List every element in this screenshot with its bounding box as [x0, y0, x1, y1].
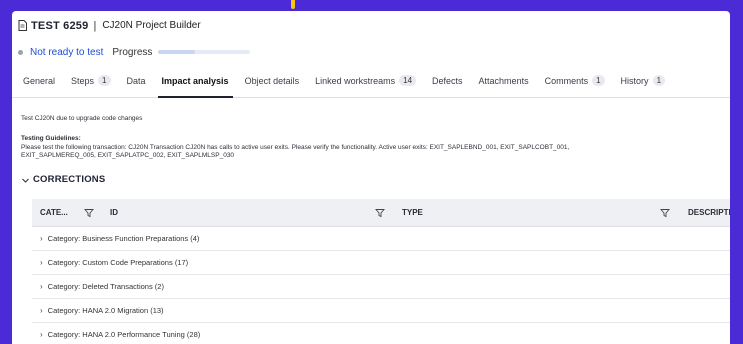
tab-label: Steps	[71, 75, 95, 86]
chevron-right-icon: ›	[40, 258, 43, 267]
tab-general[interactable]: General	[15, 64, 63, 97]
tab-label: Defects	[432, 75, 463, 86]
test-id: TEST 6259	[31, 19, 89, 32]
tab-label: Impact analysis	[161, 75, 229, 86]
corrections-heading: CORRECTIONS	[33, 174, 106, 186]
row-label: Category: HANA 2.0 Migration (13)	[47, 306, 164, 315]
status-text[interactable]: Not ready to test	[30, 47, 103, 58]
table-row[interactable]: › Category: HANA 2.0 Performance Tuning …	[32, 323, 730, 344]
progress-fill	[158, 50, 196, 54]
tab-defects[interactable]: Defects	[424, 64, 471, 97]
tab-bar: General Steps 1 Data Impact analysis Obj…	[12, 64, 730, 98]
tab-label: Object details	[244, 75, 300, 86]
column-header-category: CATE...	[40, 208, 68, 217]
column-label: ID	[110, 208, 118, 217]
tab-linked-workstreams[interactable]: Linked workstreams 14	[307, 64, 424, 97]
table-row[interactable]: › Category: Business Function Preparatio…	[32, 227, 730, 251]
test-detail-panel: TEST 6259 | CJ20N Project Builder Not re…	[12, 11, 730, 344]
column-label: CATE...	[40, 208, 68, 217]
chevron-right-icon: ›	[40, 282, 43, 291]
column-header-type: TYPE	[402, 208, 423, 217]
table-row[interactable]: › Category: HANA 2.0 Migration (13)	[32, 299, 730, 323]
chevron-right-icon: ›	[40, 234, 43, 243]
table-header: CATE... ID TYPE DESCRIPTION	[32, 199, 730, 227]
page-title: CJ20N Project Builder	[102, 20, 201, 31]
column-label: TYPE	[402, 208, 423, 217]
count-badge: 1	[592, 75, 605, 86]
test-description: Test CJ20N due to upgrade code changes	[21, 115, 143, 122]
table-row[interactable]: › Category: Deleted Transactions (2)	[32, 275, 730, 299]
guidelines-text-line-1: Please test the following transaction: C…	[21, 143, 570, 151]
tab-label: General	[23, 75, 56, 86]
impact-analysis-content: Test CJ20N due to upgrade code changes T…	[12, 98, 730, 187]
tab-data[interactable]: Data	[119, 64, 154, 97]
row-label: Category: Deleted Transactions (2)	[47, 282, 164, 291]
filter-icon[interactable]	[375, 208, 385, 218]
corrections-toggle[interactable]: CORRECTIONS	[21, 174, 730, 187]
status-row: Not ready to test Progress	[12, 40, 730, 64]
progress-bar	[158, 50, 251, 54]
title-separator: |	[93, 19, 97, 32]
tab-label: Data	[126, 75, 146, 86]
tab-label: Linked workstreams	[315, 75, 396, 86]
tab-label: History	[620, 75, 649, 86]
corrections-table: CATE... ID TYPE DESCRIPTION › Catego	[32, 199, 730, 344]
document-icon	[18, 20, 27, 31]
count-badge: 14	[399, 75, 417, 86]
tab-steps[interactable]: Steps 1	[63, 64, 118, 97]
accent-marker	[291, 0, 295, 9]
progress-label: Progress	[112, 46, 153, 58]
tab-label: Attachments	[478, 75, 529, 86]
tab-history[interactable]: History 1	[613, 64, 673, 97]
filter-icon[interactable]	[84, 208, 94, 218]
row-label: Category: Custom Code Preparations (17)	[47, 258, 189, 267]
chevron-right-icon: ›	[40, 306, 43, 315]
guidelines-text-line-2: EXIT_SAPLMEREQ_005, EXIT_SAPLATPC_002, E…	[21, 152, 235, 160]
tab-comments[interactable]: Comments 1	[537, 64, 613, 97]
row-label: Category: Business Function Preparations…	[47, 234, 200, 243]
count-badge: 1	[98, 75, 111, 86]
column-header-id: ID	[110, 208, 118, 217]
column-label: DESCRIPTION	[688, 208, 730, 217]
column-header-description: DESCRIPTION	[688, 208, 730, 217]
table-row[interactable]: › Category: Custom Code Preparations (17…	[32, 251, 730, 275]
chevron-down-icon	[22, 178, 29, 183]
chevron-right-icon: ›	[40, 330, 43, 339]
page-header: TEST 6259 | CJ20N Project Builder	[12, 11, 730, 40]
tab-object-details[interactable]: Object details	[237, 64, 308, 97]
status-dot-icon	[18, 49, 23, 55]
tab-attachments[interactable]: Attachments	[471, 64, 537, 97]
tab-label: Comments	[544, 75, 589, 86]
count-badge: 1	[652, 75, 666, 86]
tab-impact-analysis[interactable]: Impact analysis	[154, 64, 237, 98]
row-label: Category: HANA 2.0 Performance Tuning (2…	[47, 330, 201, 339]
filter-icon[interactable]	[660, 208, 670, 218]
guidelines-title: Testing Guidelines:	[21, 134, 81, 142]
